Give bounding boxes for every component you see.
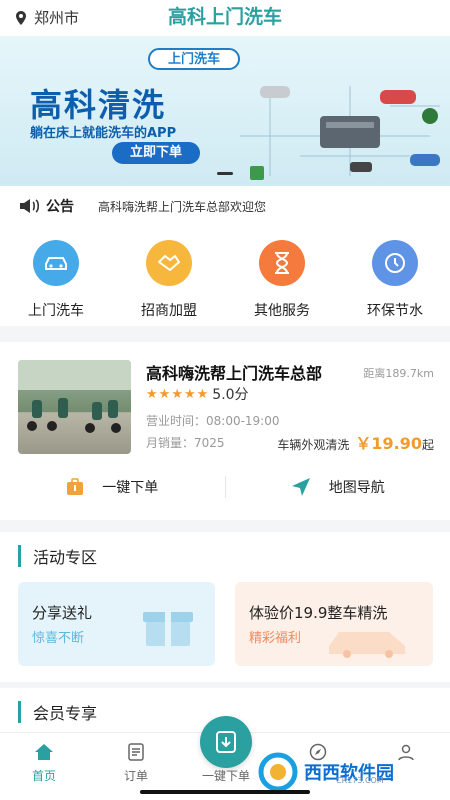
quick-order-label: 一键下单 — [102, 480, 159, 496]
home-icon — [35, 744, 53, 760]
promo-banner[interactable]: 上门洗车 高科清洗 躺在床上就能洗车的APP 立即下单 — [0, 36, 450, 186]
star-icon: ★ — [183, 386, 196, 402]
section-title: 会员专享 — [18, 700, 97, 724]
menu-item-eco-water[interactable]: 环保节水 — [350, 240, 440, 320]
menu-label: 环保节水 — [367, 303, 423, 319]
quick-order-button[interactable]: 一键下单 — [0, 470, 225, 504]
banner-pagination — [0, 172, 450, 175]
section-accent-bar — [18, 545, 21, 567]
menu-item-franchise[interactable]: 招商加盟 — [124, 240, 214, 320]
announcement-text: 高科嗨洗帮上门洗车总部欢迎您 — [98, 199, 267, 214]
promo-subtitle: 精彩福利 — [249, 631, 302, 646]
menu-label: 招商加盟 — [141, 303, 197, 319]
section-title: 活动专区 — [18, 544, 97, 568]
shop-distance: 距离189.7km — [363, 367, 434, 380]
monthly-sales: 月销量：7025 — [146, 436, 225, 450]
quick-order-fab[interactable] — [200, 716, 252, 768]
app-screen: 郑州市 高科上门洗车 上门洗车 高科清洗 躺在床上就能洗车的APP 立即下单 公… — [0, 0, 450, 800]
activity-title: 活动专区 — [33, 548, 98, 567]
car-icon — [329, 632, 405, 658]
service-menu: 上门洗车 招商加盟 其他服务 环保节水 — [0, 226, 450, 326]
tab-label: 订单 — [123, 769, 148, 783]
promo-title: 分享送礼 — [32, 604, 93, 622]
menu-item-other-services[interactable]: 其他服务 — [237, 240, 327, 320]
pagination-dot-active — [217, 172, 233, 175]
promo-subtitle: 惊喜不断 — [32, 631, 85, 646]
price-suffix: 起 — [421, 438, 434, 452]
activity-section: 活动专区 分享送礼 惊喜不断 体验价19.9整车精洗 精彩福利 — [0, 532, 450, 682]
section-accent-bar — [18, 701, 21, 723]
clock-icon — [372, 240, 418, 286]
tab-label: 一键下单 — [201, 769, 250, 783]
promo-card-share[interactable]: 分享送礼 惊喜不断 — [18, 582, 215, 666]
announcement-bar[interactable]: 公告 高科嗨洗帮上门洗车总部欢迎您 — [0, 186, 450, 226]
shop-card[interactable]: 高科嗨洗帮上门洗车总部 距离189.7km ★ ★ ★ ★ ★ 5.0分 营业时… — [0, 342, 450, 520]
promo-card-trial-price[interactable]: 体验价19.9整车精洗 精彩福利 — [235, 582, 433, 666]
tab-orders[interactable]: 订单 — [106, 741, 166, 784]
hourglass-icon — [259, 240, 305, 286]
bag-icon — [67, 478, 84, 495]
banner-title: 高科清洗 — [30, 86, 167, 124]
download-doc-icon — [216, 731, 236, 753]
promo-title: 体验价19.9整车精洗 — [249, 604, 388, 622]
scooter-riders-image — [18, 360, 131, 433]
navigation-arrow-icon — [291, 478, 310, 496]
menu-item-home-wash[interactable]: 上门洗车 — [11, 240, 101, 320]
tab-label: 首页 — [31, 769, 56, 783]
shop-rating: ★ ★ ★ ★ ★ 5.0分 — [146, 384, 249, 404]
list-icon — [128, 743, 144, 761]
tab-home[interactable]: 首页 — [14, 741, 74, 784]
service-price: 车辆外观清洗 ￥19.90 起 — [277, 430, 434, 454]
car-icon — [33, 240, 79, 286]
business-hours: 营业时间：08:00-19:00 — [146, 414, 280, 428]
watermark: 西西软件园 CR173.COM — [258, 752, 440, 792]
speaker-icon — [20, 199, 40, 213]
top-header: 郑州市 高科上门洗车 — [0, 0, 450, 36]
banner-pill: 上门洗车 — [148, 48, 240, 70]
price-value: ￥19.90 — [355, 434, 422, 453]
menu-label: 上门洗车 — [28, 303, 84, 319]
handshake-icon — [146, 240, 192, 286]
watermark-logo-icon — [258, 752, 298, 792]
banner-order-button[interactable]: 立即下单 — [112, 142, 200, 164]
map-navigation-button[interactable]: 地图导航 — [226, 470, 450, 504]
banner-subtitle: 躺在床上就能洗车的APP — [30, 126, 177, 141]
shop-photo — [18, 360, 131, 454]
service-name: 车辆外观清洗 — [277, 438, 350, 452]
announcement-label: 公告 — [46, 199, 74, 215]
star-icon: ★ — [171, 386, 183, 402]
watermark-subtext: CR173.COM — [336, 776, 384, 785]
map-navigation-label: 地图导航 — [328, 480, 385, 496]
star-icon: ★ — [146, 386, 158, 402]
menu-label: 其他服务 — [254, 303, 310, 319]
shop-name: 高科嗨洗帮上门洗车总部 — [146, 364, 323, 383]
gift-icon — [143, 612, 193, 646]
rating-score: 5.0分 — [212, 387, 249, 403]
page-title: 高科上门洗车 — [167, 6, 282, 28]
member-title: 会员专享 — [33, 704, 98, 723]
banner-illustration — [240, 86, 440, 180]
home-indicator — [140, 790, 310, 794]
star-icon: ★ — [196, 386, 209, 402]
star-icon: ★ — [158, 386, 171, 402]
shop-actions: 一键下单 地图导航 — [0, 470, 450, 504]
